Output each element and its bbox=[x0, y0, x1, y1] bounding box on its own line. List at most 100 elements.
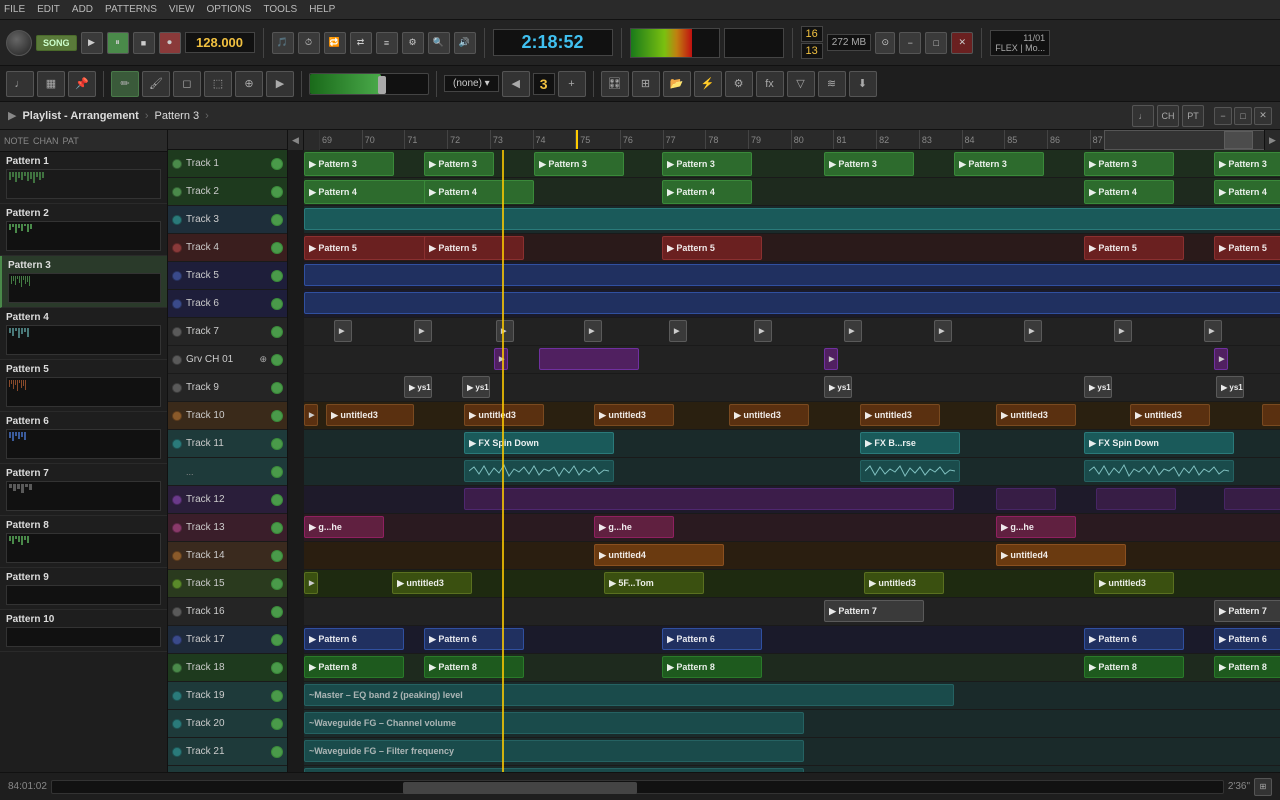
pause-button[interactable]: ⏸ bbox=[107, 32, 129, 54]
clip-t1-7[interactable]: ▶ Pattern 3 bbox=[1084, 152, 1174, 176]
stop-button[interactable]: ■ bbox=[133, 32, 155, 54]
track-3-color[interactable] bbox=[172, 215, 182, 225]
clip-t7-3[interactable]: ▶ bbox=[496, 320, 514, 342]
track-18-color[interactable] bbox=[172, 663, 182, 673]
track-7-mute[interactable] bbox=[271, 326, 283, 338]
clip-t18-5[interactable]: ▶ Pattern 8 bbox=[1214, 656, 1280, 678]
clip-t9-1[interactable]: ▶ ys1 bbox=[404, 376, 432, 398]
menu-options[interactable]: OPTIONS bbox=[206, 4, 251, 15]
menu-file[interactable]: FILE bbox=[4, 4, 25, 15]
scroll-left-btn[interactable]: ◀ bbox=[288, 130, 304, 150]
pattern-item-2[interactable]: Pattern 2 bbox=[0, 204, 167, 256]
pitch-handle[interactable] bbox=[378, 76, 386, 94]
track-19-mute[interactable] bbox=[271, 690, 283, 702]
pattern-item-9[interactable]: Pattern 9 bbox=[0, 568, 167, 610]
timeline-scrollbar-thumb[interactable] bbox=[403, 782, 637, 794]
clip-t17-5[interactable]: ▶ Pattern 6 bbox=[1214, 628, 1280, 650]
clip-t9-4[interactable]: ▶ ys1 bbox=[1084, 376, 1112, 398]
clip-t10-4[interactable]: ▶ untitled3 bbox=[594, 404, 674, 426]
clip-t9-3[interactable]: ▶ ys1 bbox=[824, 376, 852, 398]
clip-t18-4[interactable]: ▶ Pattern 8 bbox=[1084, 656, 1184, 678]
minimap-viewport[interactable] bbox=[1224, 131, 1254, 149]
clip-t1-6[interactable]: ▶ Pattern 3 bbox=[954, 152, 1044, 176]
grid-row-11[interactable]: ▶ FX Spin Down ▶ FX B...rse ▶ FX Spin Do… bbox=[304, 430, 1280, 458]
clip-t15-3[interactable]: ▶ 5F...Tom bbox=[604, 572, 704, 594]
browser-btn[interactable]: 📂 bbox=[663, 71, 691, 97]
clip-t17-4[interactable]: ▶ Pattern 6 bbox=[1084, 628, 1184, 650]
grid-row-11b[interactable] bbox=[304, 458, 1280, 486]
next-pattern-btn[interactable]: + bbox=[558, 71, 586, 97]
clip-t10-8[interactable]: ▶ untitled3 bbox=[1130, 404, 1210, 426]
record-button[interactable]: ⏺ bbox=[159, 32, 181, 54]
clip-t10-9[interactable] bbox=[1262, 404, 1280, 426]
grid-row-16[interactable]: ▶ Pattern 7 ▶ Pattern 7 bbox=[304, 598, 1280, 626]
track-1-mute[interactable] bbox=[271, 158, 283, 170]
clip-t7-5[interactable]: ▶ bbox=[669, 320, 687, 342]
clip-t10-5[interactable]: ▶ untitled3 bbox=[729, 404, 809, 426]
clip-t4-2[interactable]: ▶ Pattern 5 bbox=[424, 236, 524, 260]
track-13-mute[interactable] bbox=[271, 522, 283, 534]
clip-t13-3[interactable]: ▶ g...he bbox=[996, 516, 1076, 538]
master-volume-knob[interactable] bbox=[6, 30, 32, 56]
pattern-selector[interactable]: (none) ▾ bbox=[444, 75, 499, 92]
piano-roll-btn[interactable]: ♩ bbox=[6, 71, 34, 97]
clip-t14-2[interactable]: ▶ untitled4 bbox=[996, 544, 1126, 566]
settings-btn[interactable]: ⚙ bbox=[725, 71, 753, 97]
fx-btn[interactable]: fx bbox=[756, 71, 784, 97]
clip-t2-2[interactable]: ▶ Pattern 4 bbox=[424, 180, 534, 204]
clip-t15-4[interactable]: ▶ untitled3 bbox=[864, 572, 944, 594]
eq-btn[interactable]: ≋ bbox=[818, 71, 846, 97]
cpu-icon[interactable]: ⚙ bbox=[402, 32, 424, 54]
grid-row-12[interactable] bbox=[304, 486, 1280, 514]
select-btn[interactable]: ⬚ bbox=[204, 71, 232, 97]
track-4-mute[interactable] bbox=[271, 242, 283, 254]
clip-t2-3[interactable]: ▶ Pattern 4 bbox=[662, 180, 752, 204]
play-btn2[interactable]: ▶ bbox=[266, 71, 294, 97]
clip-t7-1[interactable]: ▶ bbox=[334, 320, 352, 342]
close-btn[interactable]: ✕ bbox=[951, 32, 973, 54]
step-icon[interactable]: ≡ bbox=[376, 32, 398, 54]
clip-grv-4[interactable]: ▶ bbox=[1214, 348, 1228, 370]
grid-row-5[interactable] bbox=[304, 262, 1280, 290]
clip-t7-6[interactable]: ▶ bbox=[754, 320, 772, 342]
clip-t11b-1[interactable] bbox=[464, 460, 614, 482]
arrange-btn[interactable]: ⊞ bbox=[632, 71, 660, 97]
maximize-btn[interactable]: □ bbox=[925, 32, 947, 54]
track-13-color[interactable] bbox=[172, 523, 182, 533]
grid-row-7[interactable]: ▶ ▶ ▶ ▶ ▶ bbox=[304, 318, 1280, 346]
grid-row-19[interactable]: ~Master – EQ band 2 (peaking) level bbox=[304, 682, 1280, 710]
pattern-item-5[interactable]: Pattern 5 bbox=[0, 360, 167, 412]
snap-btn[interactable]: ⊞ bbox=[1254, 778, 1272, 796]
clip-t18-2[interactable]: ▶ Pattern 8 bbox=[424, 656, 524, 678]
track-16-color[interactable] bbox=[172, 607, 182, 617]
track-12-mute[interactable] bbox=[271, 494, 283, 506]
track-21-color[interactable] bbox=[172, 747, 182, 757]
track-5-mute[interactable] bbox=[271, 270, 283, 282]
clip-t1-3[interactable]: ▶ Pattern 3 bbox=[534, 152, 624, 176]
clip-t1-8[interactable]: ▶ Pattern 3 bbox=[1214, 152, 1280, 176]
track-10-mute[interactable] bbox=[271, 410, 283, 422]
clip-t3-full[interactable] bbox=[304, 208, 1280, 230]
clip-t16-1[interactable]: ▶ Pattern 7 bbox=[824, 600, 924, 622]
timeline-scrollbar[interactable] bbox=[51, 780, 1224, 794]
clip-t7-9[interactable]: ▶ bbox=[1024, 320, 1042, 342]
clip-t1-2[interactable]: ▶ Pattern 3 bbox=[424, 152, 494, 176]
mixer-btn[interactable]: 🎛 bbox=[601, 71, 629, 97]
clip-t13-1[interactable]: ▶ g...he bbox=[304, 516, 384, 538]
play-button[interactable]: ▶ bbox=[81, 32, 103, 54]
track-9-color[interactable] bbox=[172, 383, 182, 393]
pattern-item-6[interactable]: Pattern 6 bbox=[0, 412, 167, 464]
track-20-mute[interactable] bbox=[271, 718, 283, 730]
track-6-color[interactable] bbox=[172, 299, 182, 309]
clip-t4-5[interactable]: ▶ Pattern 5 bbox=[1214, 236, 1280, 260]
grv-mute[interactable] bbox=[271, 354, 283, 366]
clip-t22-1[interactable]: ~Concert Piano – Channel volume bbox=[304, 768, 804, 772]
prev-pattern-btn[interactable]: ◀ bbox=[502, 71, 530, 97]
track-17-color[interactable] bbox=[172, 635, 182, 645]
clip-t11-fx2[interactable]: ▶ FX B...rse bbox=[860, 432, 960, 454]
plugin-btn[interactable]: ⚡ bbox=[694, 71, 722, 97]
clip-t19-1[interactable]: ~Master – EQ band 2 (peaking) level bbox=[304, 684, 954, 706]
clip-t17-3[interactable]: ▶ Pattern 6 bbox=[662, 628, 762, 650]
track-4-color[interactable] bbox=[172, 243, 182, 253]
track-19-color[interactable] bbox=[172, 691, 182, 701]
